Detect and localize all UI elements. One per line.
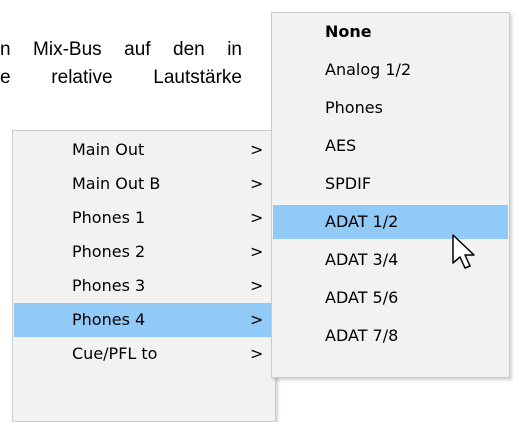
- menu-item-label: Main Out: [72, 140, 145, 159]
- submenu-item-label: ADAT 1/2: [325, 212, 399, 231]
- menu-item-label: Phones 1: [72, 208, 146, 227]
- chevron-right-icon: >: [250, 174, 264, 193]
- menu-item-phones-4[interactable]: Phones 4 >: [14, 303, 274, 337]
- submenu-item-label: ADAT 5/6: [325, 288, 399, 307]
- submenu-item-label: ADAT 3/4: [325, 250, 399, 269]
- chevron-right-icon: >: [250, 140, 264, 159]
- chevron-right-icon: >: [250, 242, 264, 261]
- submenu-item-label: AES: [325, 136, 357, 155]
- chevron-right-icon: >: [250, 344, 264, 363]
- submenu-item-none[interactable]: None: [273, 15, 508, 49]
- menu-item-cue-pfl-to[interactable]: Cue/PFL to >: [14, 337, 274, 371]
- submenu-item-label: Phones: [325, 98, 383, 117]
- chevron-right-icon: >: [250, 310, 264, 329]
- menu-item-phones-2[interactable]: Phones 2 >: [14, 235, 274, 269]
- submenu-item-label: Analog 1/2: [325, 60, 412, 79]
- submenu-item-label: ADAT 7/8: [325, 326, 399, 345]
- chevron-right-icon: >: [250, 276, 264, 295]
- submenu-item-aes[interactable]: AES: [273, 129, 508, 163]
- routing-context-menu: Main Out > Main Out B > Phones 1 > Phone…: [12, 130, 276, 422]
- menu-item-label: Phones 2: [72, 242, 146, 261]
- submenu-item-label: SPDIF: [325, 174, 372, 193]
- document-text: n Mix-Bus auf den in e relative Lautstär…: [0, 36, 242, 92]
- menu-item-label: Phones 4: [72, 310, 146, 329]
- submenu-item-phones[interactable]: Phones: [273, 91, 508, 125]
- menu-item-phones-3[interactable]: Phones 3 >: [14, 269, 274, 303]
- menu-item-label: Main Out B: [72, 174, 161, 193]
- menu-item-main-out-b[interactable]: Main Out B >: [14, 167, 274, 201]
- menu-item-main-out[interactable]: Main Out >: [14, 133, 274, 167]
- document-line-2: e relative Lautstärke: [0, 67, 242, 88]
- submenu-item-label: None: [325, 22, 372, 41]
- menu-item-phones-1[interactable]: Phones 1 >: [14, 201, 274, 235]
- output-submenu: None Analog 1/2 Phones AES SPDIF ADAT 1/…: [271, 12, 510, 378]
- submenu-item-adat-5-6[interactable]: ADAT 5/6: [273, 281, 508, 315]
- menu-item-label: Cue/PFL to: [72, 344, 158, 363]
- document-line-1: n Mix-Bus auf den in: [0, 39, 242, 60]
- submenu-item-spdif[interactable]: SPDIF: [273, 167, 508, 201]
- submenu-item-adat-7-8[interactable]: ADAT 7/8: [273, 319, 508, 353]
- chevron-right-icon: >: [250, 208, 264, 227]
- mouse-pointer-icon: [452, 234, 475, 269]
- menu-item-label: Phones 3: [72, 276, 146, 295]
- submenu-item-analog-1-2[interactable]: Analog 1/2: [273, 53, 508, 87]
